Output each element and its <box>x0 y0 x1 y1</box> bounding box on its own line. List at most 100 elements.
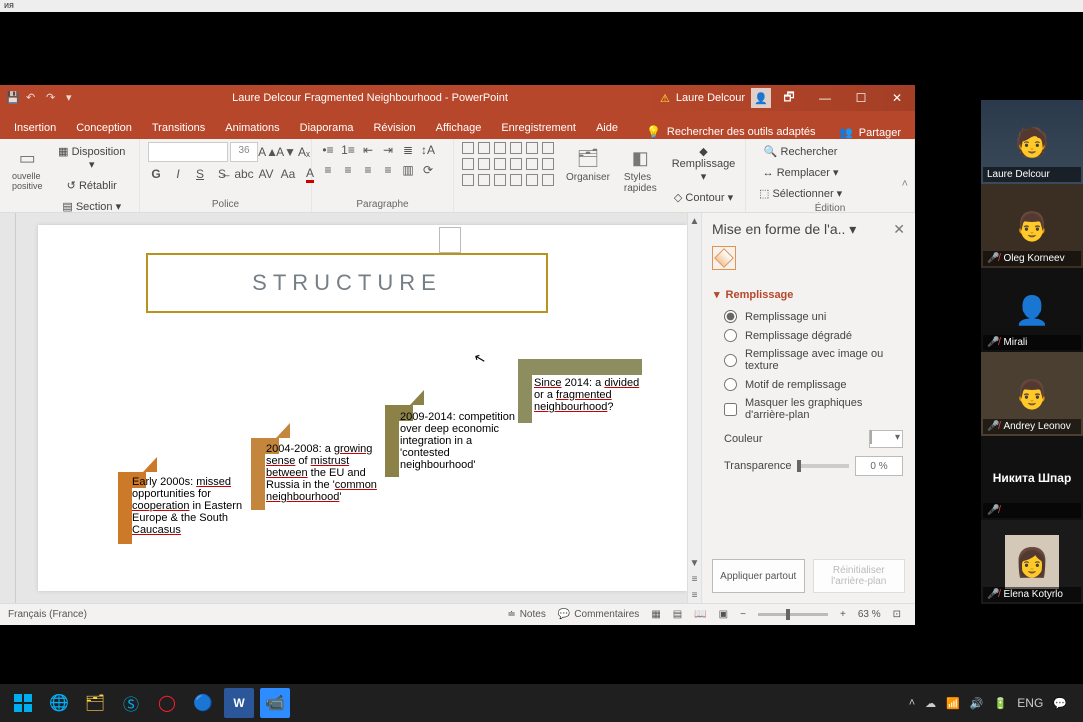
layout-button[interactable]: ▦ Disposition ▾ <box>53 142 131 174</box>
tray-wifi-icon[interactable]: 📶 <box>946 697 960 710</box>
color-picker-button[interactable] <box>869 430 903 448</box>
participant-tile-elena[interactable]: 👩 🎤̸Elena Kotyrlo <box>981 520 1083 604</box>
text-direction-icon[interactable]: ↕A <box>420 142 436 158</box>
tab-insertion[interactable]: Insertion <box>4 117 66 139</box>
maximize-button[interactable]: ☐ <box>843 85 879 111</box>
tab-diaporama[interactable]: Diaporama <box>290 117 364 139</box>
participant-tile-oleg[interactable]: 👨 🎤̸Oleg Korneev <box>981 184 1083 268</box>
fill-tab-icon[interactable] <box>712 246 736 270</box>
replace-button[interactable]: ↔ Remplacer ▾ <box>754 163 847 182</box>
zoom-value[interactable]: 63 % <box>852 609 887 620</box>
slide-canvas[interactable]: STRUCTURE Early 2000s: missed opportunit… <box>38 225 687 591</box>
tab-transitions[interactable]: Transitions <box>142 117 215 139</box>
start-button[interactable] <box>8 688 38 718</box>
arrange-button[interactable]: 🗂 Organiser <box>562 142 614 185</box>
increase-font-icon[interactable]: A▲ <box>260 144 276 160</box>
align-center-icon[interactable]: ≡ <box>340 162 356 178</box>
decrease-font-icon[interactable]: A▼ <box>278 144 294 160</box>
slide-thumbnail-strip[interactable] <box>0 213 16 603</box>
change-case-icon[interactable]: Aa <box>280 166 296 182</box>
smartart-convert-icon[interactable]: ⟳ <box>420 162 436 178</box>
participant-tile-mirali[interactable]: 👤 🎤̸Mirali <box>981 268 1083 352</box>
comments-button[interactable]: 💬 Commentaires <box>552 609 645 620</box>
new-slide-button[interactable]: ▭ ouvelle positive <box>8 142 47 194</box>
character-spacing-icon[interactable]: AV <box>258 166 274 182</box>
radio-pattern-fill[interactable]: Motif de remplissage <box>714 375 903 394</box>
step-text-4[interactable]: Since 2014: a divided or a fragmented ne… <box>534 377 644 413</box>
clear-formatting-icon[interactable]: Aₓ <box>296 144 312 160</box>
language-indicator[interactable]: Français (France) <box>8 609 87 620</box>
ribbon-display-options-icon[interactable]: 🗗 <box>771 85 807 111</box>
taskbar-skype-icon[interactable]: Ⓢ <box>116 688 146 718</box>
redo-icon[interactable]: ↷ <box>46 91 60 105</box>
decrease-indent-icon[interactable]: ⇤ <box>360 142 376 158</box>
fit-to-window-icon[interactable]: ⊡ <box>887 609 907 620</box>
pane-close-icon[interactable]: ✕ <box>893 221 905 238</box>
increase-indent-icon[interactable]: ⇥ <box>380 142 396 158</box>
minimize-button[interactable]: — <box>807 85 843 111</box>
next-slide-icon[interactable]: ≡ <box>688 587 701 603</box>
taskbar-explorer-icon[interactable]: 🗂 <box>80 688 110 718</box>
prev-slide-icon[interactable]: ≡ <box>688 571 701 587</box>
signed-in-user[interactable]: Laure Delcour <box>676 92 745 104</box>
zoom-out-icon[interactable]: − <box>734 609 752 620</box>
tab-aide[interactable]: Aide <box>586 117 628 139</box>
qat-more-icon[interactable]: ▾ <box>66 91 80 105</box>
tell-me-search[interactable]: 💡 Rechercher des outils adaptés <box>646 125 825 139</box>
step-text-1[interactable]: Early 2000s: missed opportunities for co… <box>132 476 248 536</box>
bold-icon[interactable]: G <box>148 166 164 182</box>
taskbar-edge-icon[interactable]: 🌐 <box>44 688 74 718</box>
tab-animations[interactable]: Animations <box>215 117 289 139</box>
fill-section-header[interactable]: ▾ Remplissage <box>714 282 903 307</box>
strikethrough-icon[interactable]: S̶ <box>214 166 230 182</box>
collapse-ribbon-icon[interactable]: ˄ <box>902 178 908 190</box>
apply-all-button[interactable]: Appliquer partout <box>712 559 805 593</box>
taskbar-zoom-icon[interactable]: 📹 <box>260 688 290 718</box>
participant-tile-nikita[interactable]: Никита Шпар 🎤̸ <box>981 436 1083 520</box>
close-button[interactable]: ✕ <box>879 85 915 111</box>
radio-solid-fill[interactable]: Remplissage uni <box>714 307 903 326</box>
font-size-field[interactable]: 36 <box>230 142 258 162</box>
background-preview-thumb[interactable] <box>439 227 461 253</box>
step-text-3[interactable]: 2009-2014: competition over deep economi… <box>400 411 518 471</box>
align-left-icon[interactable]: ≡ <box>320 162 336 178</box>
check-hide-bg-graphics[interactable]: Masquer les graphiques d'arrière-plan <box>714 394 903 424</box>
select-button[interactable]: ⬚ Sélectionner ▾ <box>754 184 847 203</box>
slide-title-box[interactable]: STRUCTURE <box>146 253 548 313</box>
tray-language[interactable]: ENG <box>1017 696 1043 710</box>
sorter-view-icon[interactable]: ▤ <box>667 609 688 620</box>
taskbar-word-icon[interactable]: W <box>224 688 254 718</box>
scroll-up-icon[interactable]: ▲ <box>688 213 701 229</box>
tray-expand-icon[interactable]: ˄ <box>909 697 915 709</box>
find-button[interactable]: 🔍 Rechercher <box>754 142 847 161</box>
radio-gradient-fill[interactable]: Remplissage dégradé <box>714 326 903 345</box>
taskbar-chrome-icon[interactable]: 🔵 <box>188 688 218 718</box>
tab-affichage[interactable]: Affichage <box>426 117 492 139</box>
numbering-icon[interactable]: 1≡ <box>340 142 356 158</box>
shapes-gallery[interactable] <box>462 142 556 188</box>
zoom-in-icon[interactable]: + <box>834 609 852 620</box>
bullets-icon[interactable]: •≡ <box>320 142 336 158</box>
shape-outline-button[interactable]: ◇ Contour ▾ <box>667 188 741 207</box>
user-avatar-icon[interactable]: 👤 <box>751 88 771 108</box>
align-right-icon[interactable]: ≡ <box>360 162 376 178</box>
italic-icon[interactable]: I <box>170 166 186 182</box>
tab-enregistrement[interactable]: Enregistrement <box>491 117 586 139</box>
share-button[interactable]: 👥 Partager <box>825 126 915 139</box>
tab-revision[interactable]: Révision <box>363 117 425 139</box>
participant-tile-laure[interactable]: 🧑 Laure Delcour <box>981 100 1083 184</box>
participant-tile-andrey[interactable]: 👨 🎤̸Andrey Leonov <box>981 352 1083 436</box>
shape-fill-button[interactable]: ◆ Remplissage ▾ <box>667 142 741 186</box>
transparency-value[interactable]: 0 % <box>855 456 903 476</box>
justify-icon[interactable]: ≡ <box>380 162 396 178</box>
reset-button[interactable]: ↺ Rétablir <box>53 176 131 195</box>
tab-conception[interactable]: Conception <box>66 117 142 139</box>
taskbar-opera-icon[interactable]: ◯ <box>152 688 182 718</box>
line-spacing-icon[interactable]: ≣ <box>400 142 416 158</box>
text-shadow-icon[interactable]: abc <box>236 166 252 182</box>
quick-styles-button[interactable]: ◧ Styles rapides <box>620 142 661 196</box>
tray-notifications-icon[interactable]: 💬 <box>1053 697 1067 710</box>
notes-button[interactable]: ≐ Notes <box>501 609 552 620</box>
step-text-2[interactable]: 2004-2008: a growing sense of mistrust b… <box>266 443 386 503</box>
tray-battery-icon[interactable]: 🔋 <box>994 697 1008 710</box>
